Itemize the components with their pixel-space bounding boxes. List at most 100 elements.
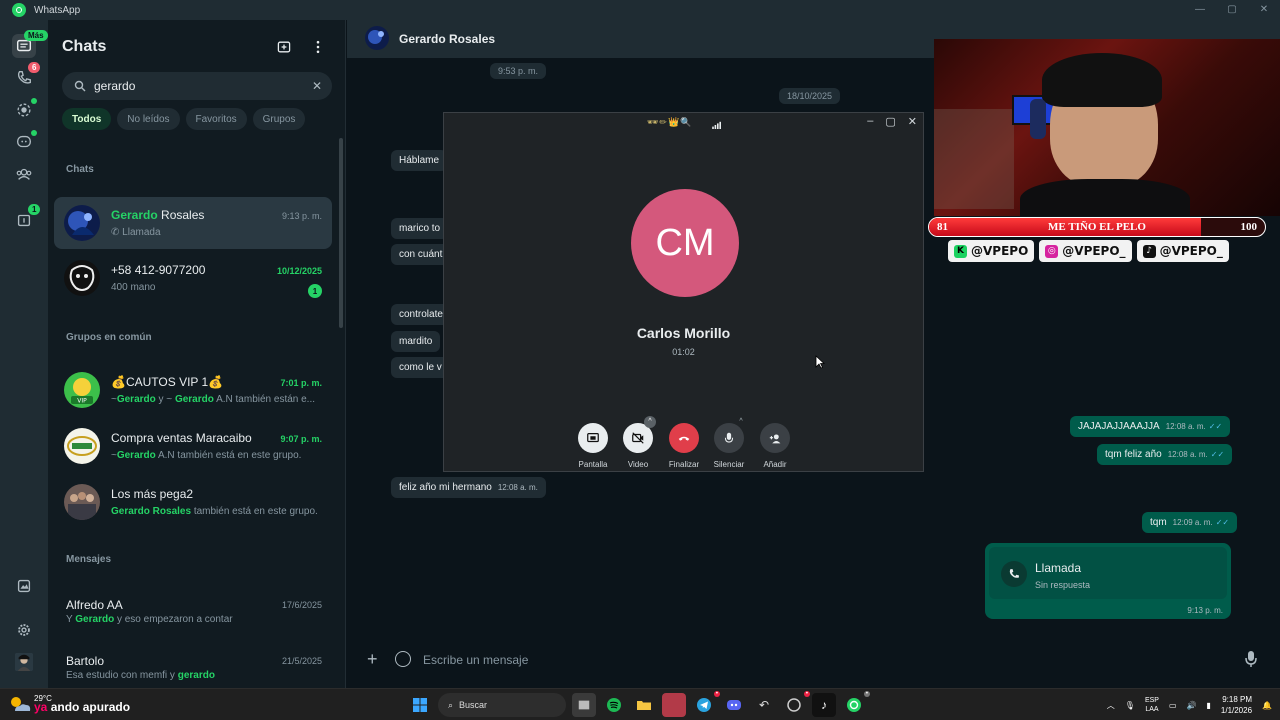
filter-chips: Todos No leídos Favoritos Grupos [62, 108, 306, 130]
profile-avatar[interactable] [12, 650, 36, 674]
filter-todos[interactable]: Todos [62, 108, 112, 130]
notifications-icon[interactable]: 🔔 [1262, 701, 1272, 710]
end-call-button[interactable]: Finalizar [664, 423, 704, 469]
chat-preview: Gerardo Rosales también está en este gru… [111, 506, 318, 517]
search-input[interactable] [94, 79, 294, 93]
attach-plus-icon[interactable]: + [367, 650, 378, 668]
profile-avatar-icon [15, 653, 33, 671]
media-nav-button[interactable] [12, 574, 36, 598]
add-participant-button[interactable]: Añadir [755, 423, 795, 469]
tiktok-app-icon[interactable]: ♪ [812, 693, 836, 717]
app-icon-red[interactable] [662, 693, 686, 717]
read-ticks-icon: ✓✓ [1215, 518, 1230, 527]
menu-button[interactable] [309, 38, 327, 56]
status-dot [31, 98, 37, 104]
battery-icon[interactable]: ▮ [1206, 701, 1210, 710]
share-screen-button[interactable]: Pantalla [573, 423, 613, 469]
avatar-image-icon [64, 484, 100, 520]
badge: • [863, 691, 870, 697]
video-options-caret-icon[interactable]: ^ [644, 416, 656, 428]
close-window-button[interactable]: ✕ [1248, 0, 1280, 20]
channels-dot [31, 130, 37, 136]
read-ticks-icon: ✓✓ [1210, 450, 1225, 459]
chat-item-phone[interactable]: +58 412-9077200 400 mano 10/12/2025 1 [54, 252, 332, 304]
missed-call-bubble[interactable]: Llamada Sin respuesta 9:13 p. m. [985, 543, 1231, 619]
message-item-alfredo[interactable]: Alfredo AA Y Gerardo y eso empezaron a c… [54, 588, 332, 640]
archive-badge: 1 [28, 204, 41, 215]
minimize-button[interactable]: — [1184, 0, 1216, 20]
incoming-message: Háblame [391, 150, 448, 171]
new-chat-button[interactable] [275, 38, 293, 56]
call-duration: 01:02 [672, 347, 695, 357]
discord-icon[interactable] [722, 693, 746, 717]
volume-icon[interactable]: 🔊 [1187, 701, 1197, 710]
communities-nav-button[interactable] [12, 162, 36, 186]
app-icon-arrow[interactable]: ↶ [752, 693, 776, 717]
goal-title: ME TIÑO EL PELO [1048, 221, 1146, 233]
call-close-button[interactable]: ✕ [908, 115, 917, 128]
call-minimize-button[interactable]: – [867, 115, 873, 128]
video-button[interactable]: ^ Video [618, 416, 658, 469]
weather-icon[interactable] [6, 693, 34, 717]
share-screen-label: Pantalla [578, 460, 608, 469]
goal-progress-bar: 81 ME TIÑO EL PELO 100 [928, 217, 1266, 237]
windows-start-icon[interactable] [408, 693, 432, 717]
avatar [64, 428, 100, 464]
media-icon [17, 579, 31, 593]
file-explorer-icon[interactable] [632, 693, 656, 717]
network-icon[interactable]: ▭ [1169, 701, 1177, 710]
tray-mic-icon[interactable]: 🎙 [1125, 701, 1135, 710]
chat-item-gerardo-rosales[interactable]: Gerardo Rosales ✆ Llamada 9:13 p. m. [54, 197, 332, 249]
call-bubble-title: Llamada [1035, 561, 1082, 575]
social-instagram: ◎ @VPEPO_ [1039, 240, 1132, 262]
clear-search-icon[interactable]: ✕ [312, 79, 322, 93]
share-screen-icon [578, 423, 608, 453]
microphone-icon[interactable] [1244, 650, 1258, 668]
app-icon-circle[interactable]: • [782, 691, 810, 717]
webcam-person-shirt [1020, 179, 1190, 216]
chat-item-cautos-vip[interactable]: VIP 💰CAUTOS VIP 1💰 ~Gerardo y ~ Gerardo … [54, 364, 332, 416]
settings-nav-button[interactable] [12, 618, 36, 642]
call-window: 🕶✏👑🔍 – ▢ ✕ CM Carlos Morillo 01:02 Panta… [443, 112, 924, 472]
chat-list-scrollbar[interactable] [339, 138, 343, 328]
chat-preview: ~Gerardo y ~ Gerardo A.N también están e… [111, 394, 316, 405]
chat-name: 💰CAUTOS VIP 1💰 [111, 375, 224, 389]
maximize-button[interactable]: ▢ [1216, 0, 1248, 20]
chat-item-los-mas-pega2[interactable]: Los más pega2 Gerardo Rosales también es… [54, 476, 332, 528]
caller-name: Carlos Morillo [636, 325, 731, 341]
taskbar-search[interactable]: ⌕ Buscar [438, 693, 566, 717]
instagram-icon: ◎ [1045, 244, 1059, 258]
filter-favoritos[interactable]: Favoritos [185, 108, 247, 130]
mute-options-caret-icon[interactable]: ^ [735, 416, 747, 428]
message-time: 17/6/2025 [281, 600, 322, 610]
incoming-message: feliz año mi hermano 12:08 a. m. [391, 477, 546, 498]
chat-item-compra-ventas[interactable]: Compra ventas Maracaibo ~Gerardo A.N tam… [54, 420, 332, 472]
call-maximize-button[interactable]: ▢ [885, 115, 895, 128]
system-tray: ︿ 🎙 ESP LAA ▭ 🔊 ▮ 9:18 PM 1/1/2026 🔔 [1107, 689, 1272, 720]
chat-time: 9:07 p. m. [280, 434, 322, 444]
mouse-cursor-icon [815, 355, 825, 369]
tray-chevron-icon[interactable]: ︿ [1107, 700, 1115, 711]
language-indicator[interactable]: ESP LAA [1145, 696, 1159, 714]
task-view-icon[interactable] [572, 693, 596, 717]
time-chip: 9:53 p. m. [490, 63, 547, 79]
filter-grupos[interactable]: Grupos [252, 108, 306, 130]
chat-time: 10/12/2025 [276, 266, 322, 276]
filter-no-leidos[interactable]: No leídos [117, 108, 180, 130]
clock[interactable]: 9:18 PM 1/1/2026 [1221, 694, 1252, 716]
message-input[interactable]: Escribe un mensaje [423, 653, 528, 667]
emoji-icon[interactable] [395, 651, 411, 667]
webcam-overlay [934, 39, 1280, 216]
incoming-message: como le v [391, 357, 450, 378]
chat-name: Los más pega2 [111, 487, 194, 501]
webcam-background-shelf [934, 109, 1014, 209]
chat-name: Compra ventas Maracaibo [111, 431, 252, 445]
new-chat-icon [277, 41, 291, 53]
contact-avatar[interactable] [365, 26, 389, 50]
whatsapp-app-icon[interactable]: • [842, 691, 870, 717]
telegram-icon[interactable]: • [692, 691, 720, 717]
call-emojis: 🕶✏👑🔍 [647, 117, 693, 127]
mute-button[interactable]: ^ Silenciar [709, 418, 749, 469]
whatsapp-logo-icon [12, 3, 26, 17]
spotify-icon[interactable] [602, 693, 626, 717]
